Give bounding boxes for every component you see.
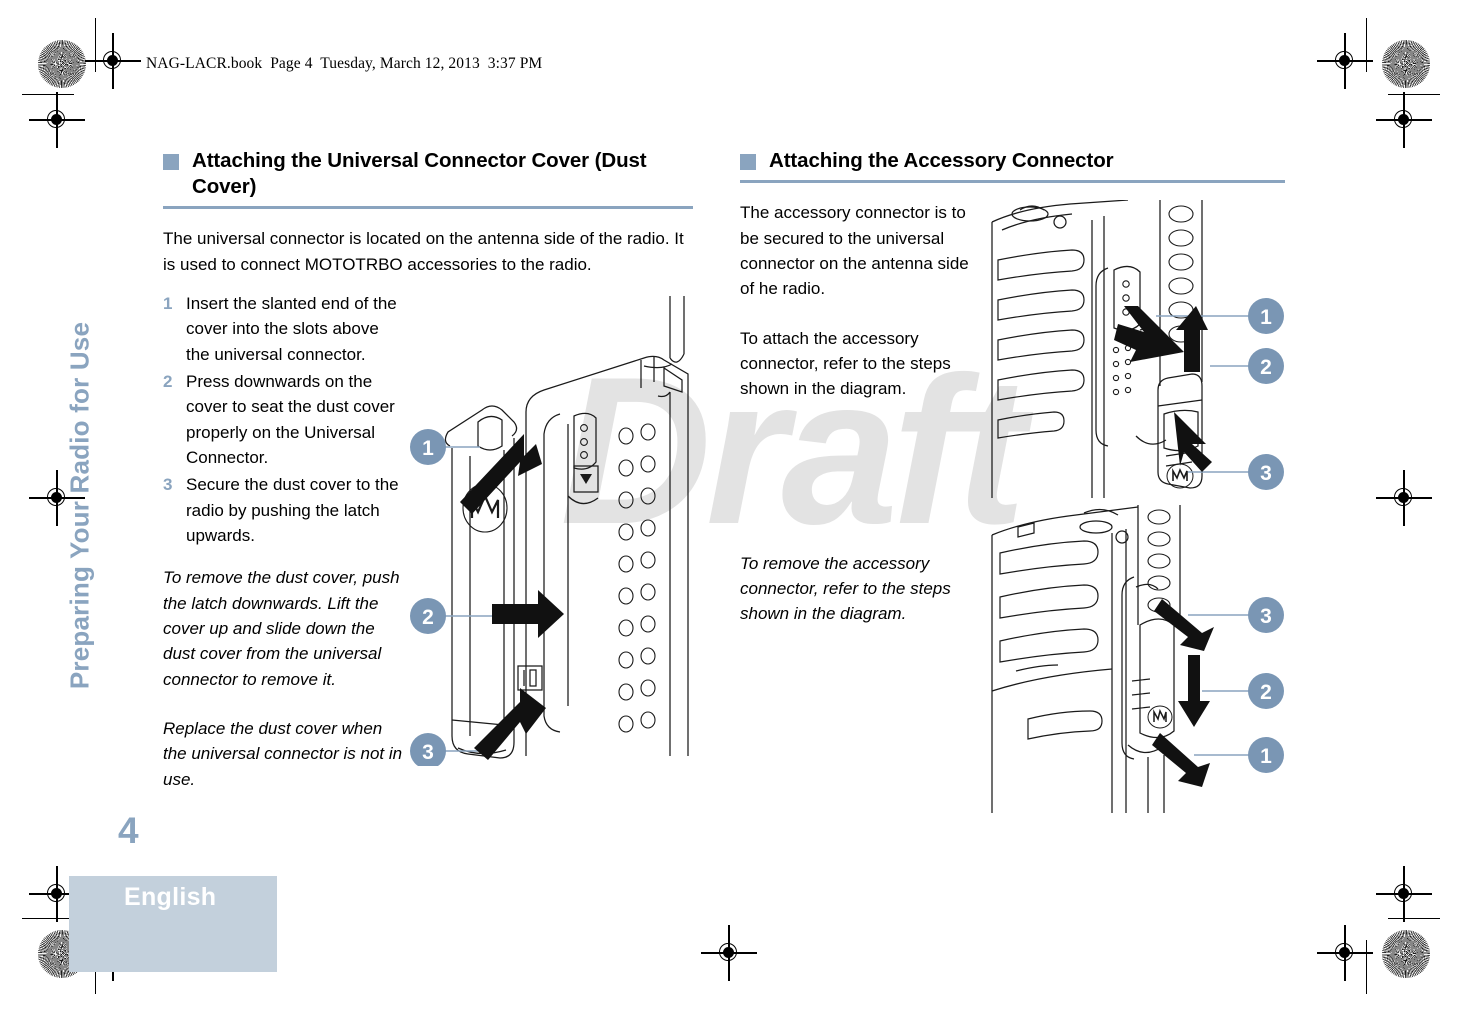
step-text: Insert the slanted end of the cover into… — [186, 294, 397, 364]
svg-text:3: 3 — [422, 741, 434, 764]
left-section-rule — [163, 206, 693, 210]
step-number: 1 — [163, 294, 173, 314]
accessory-connector-attach-diagram: 1 2 3 — [988, 200, 1288, 500]
registration-target-right — [1376, 92, 1432, 148]
callout-badge-1: 1 — [1248, 298, 1284, 334]
list-item: 1 Insert the slanted end of the cover in… — [163, 291, 406, 367]
crop-line-top-right-vertical — [1366, 18, 1368, 72]
svg-text:2: 2 — [1260, 681, 1272, 704]
list-item: 3 Secure the dust cover to the radio by … — [163, 472, 406, 548]
registration-target-top-left — [85, 33, 141, 89]
registration-rosette-top-right — [1382, 40, 1430, 88]
registration-target-bottom-center — [701, 925, 757, 981]
callout-badge-1: 1 — [1248, 737, 1284, 773]
svg-text:3: 3 — [1260, 462, 1272, 485]
registration-rosette-top-left — [38, 40, 86, 88]
dust-cover-steps-list: 1 Insert the slanted end of the cover in… — [163, 291, 406, 548]
registration-target-left — [29, 92, 85, 148]
crop-line-bottom-right-horizontal — [1388, 918, 1440, 920]
registration-target-bottom-right — [1376, 866, 1432, 922]
left-section-header: Attaching the Universal Connector Cover … — [163, 148, 693, 200]
right-section-header: Attaching the Accessory Connector — [740, 148, 1285, 174]
registration-target-bottom-inner-right — [1317, 925, 1373, 981]
page-number: 4 — [118, 810, 139, 851]
right-note-remove: To remove the accessory connector, refer… — [740, 553, 951, 624]
svg-text:1: 1 — [422, 437, 434, 460]
crop-line-bottom-right-vertical — [1366, 940, 1368, 994]
crop-line-top-left-vertical — [95, 18, 97, 72]
step-text: Press downwards on the cover to seat the… — [186, 372, 395, 468]
left-note-replace: Replace the dust cover when the universa… — [163, 719, 403, 789]
accessory-connector-remove-diagram: 3 2 1 — [988, 505, 1288, 815]
crop-line-top-left-horizontal — [22, 94, 74, 96]
left-section-title: Attaching the Universal Connector Cover … — [192, 149, 647, 199]
step-number: 3 — [163, 475, 173, 495]
callout-badge-2: 2 — [1248, 673, 1284, 709]
svg-text:1: 1 — [1260, 745, 1272, 768]
registration-target-mid-right — [1376, 470, 1432, 526]
right-section-rule — [740, 180, 1285, 184]
dust-cover-attach-diagram: 1 2 3 — [408, 296, 708, 766]
callout-badge-1: 1 — [410, 429, 446, 465]
svg-text:2: 2 — [1260, 356, 1272, 379]
callout-badge-3: 3 — [410, 733, 446, 766]
registration-target-top-right — [1317, 33, 1373, 89]
callout-badge-3: 3 — [1248, 597, 1284, 633]
callout-badge-2: 2 — [1248, 348, 1284, 384]
crop-line-top-right-horizontal — [1388, 94, 1440, 96]
list-item: 2 Press downwards on the cover to seat t… — [163, 369, 406, 470]
callout-badge-2: 2 — [410, 598, 446, 634]
right-paragraph-1: The accessory connector is to be secured… — [740, 203, 969, 299]
svg-text:3: 3 — [1260, 605, 1272, 628]
footer-language-label: English — [124, 883, 217, 911]
step-text: Secure the dust cover to the radio by pu… — [186, 475, 399, 546]
svg-text:1: 1 — [1260, 306, 1272, 329]
book-header-line: NAG-LACR.book Page 4 Tuesday, March 12, … — [146, 55, 543, 72]
step-number: 2 — [163, 372, 173, 392]
registration-rosette-bottom-right — [1382, 930, 1430, 978]
svg-text:2: 2 — [422, 606, 434, 629]
left-note-remove: To remove the dust cover, push the latch… — [163, 568, 400, 689]
right-section-title: Attaching the Accessory Connector — [769, 149, 1114, 172]
left-intro-paragraph: The universal connector is located on th… — [163, 229, 684, 274]
callout-badge-3: 3 — [1248, 454, 1284, 490]
chapter-side-tab: Preparing Your Radio for Use — [64, 321, 95, 690]
section-bullet-square-icon — [740, 154, 756, 170]
crop-line-bottom-left-horizontal — [22, 918, 74, 920]
right-paragraph-2: To attach the accessory connector, refer… — [740, 328, 951, 399]
section-bullet-square-icon — [163, 154, 179, 170]
